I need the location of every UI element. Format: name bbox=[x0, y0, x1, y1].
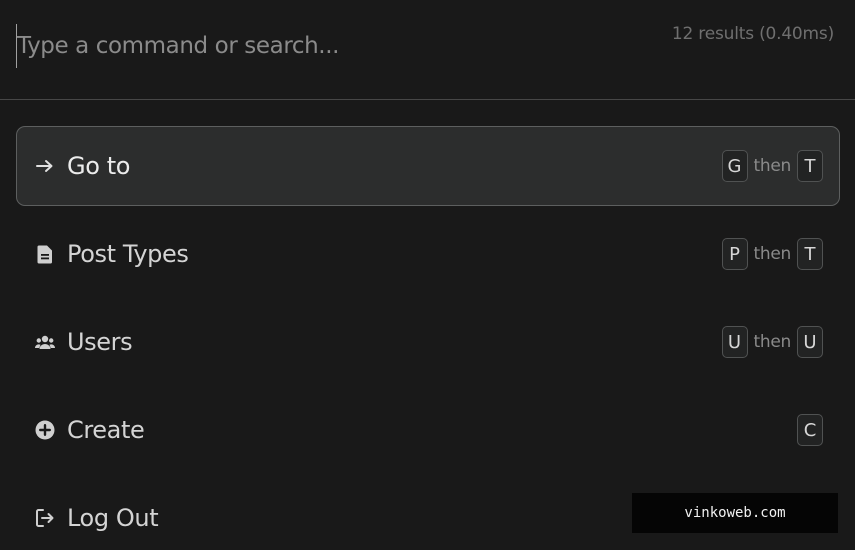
shortcut-key: U bbox=[721, 326, 748, 358]
shortcut-then-text: then bbox=[753, 244, 792, 264]
logout-icon bbox=[34, 507, 56, 529]
arrow-right-icon bbox=[34, 155, 56, 177]
keyboard-shortcut: P then T bbox=[721, 238, 823, 270]
keyboard-shortcut: G then T bbox=[721, 150, 823, 182]
shortcut-key: C bbox=[797, 414, 823, 446]
command-item-label: Go to bbox=[67, 152, 131, 180]
shortcut-key: G bbox=[721, 150, 748, 182]
shortcut-key: T bbox=[797, 238, 823, 270]
command-palette: 12 results (0.40ms) Go to G then T bbox=[0, 0, 855, 550]
command-item-create[interactable]: Create C bbox=[16, 390, 840, 470]
results-count: 12 results (0.40ms) bbox=[671, 24, 834, 44]
shortcut-key: T bbox=[797, 150, 823, 182]
shortcut-key: U bbox=[797, 326, 823, 358]
plus-circle-icon bbox=[34, 419, 56, 441]
search-bar: 12 results (0.40ms) bbox=[0, 0, 855, 100]
watermark: vinkoweb.com bbox=[632, 493, 838, 533]
keyboard-shortcut: U then U bbox=[721, 326, 823, 358]
command-item-go-to[interactable]: Go to G then T bbox=[16, 126, 840, 206]
command-item-label: Log Out bbox=[67, 504, 159, 532]
shortcut-then-text: then bbox=[753, 156, 792, 176]
command-item-label: Create bbox=[67, 416, 145, 444]
command-item-label: Post Types bbox=[67, 240, 189, 268]
shortcut-key: P bbox=[721, 238, 748, 270]
command-item-label: Users bbox=[67, 328, 133, 356]
keyboard-shortcut: C bbox=[797, 414, 823, 446]
command-item-post-types[interactable]: Post Types P then T bbox=[16, 214, 840, 294]
command-search-input[interactable] bbox=[16, 24, 637, 68]
document-icon bbox=[34, 243, 56, 265]
command-item-users[interactable]: Users U then U bbox=[16, 302, 840, 382]
shortcut-then-text: then bbox=[753, 332, 792, 352]
users-icon bbox=[34, 331, 56, 353]
command-list: Go to G then T Post Types P then T Users… bbox=[16, 126, 840, 550]
